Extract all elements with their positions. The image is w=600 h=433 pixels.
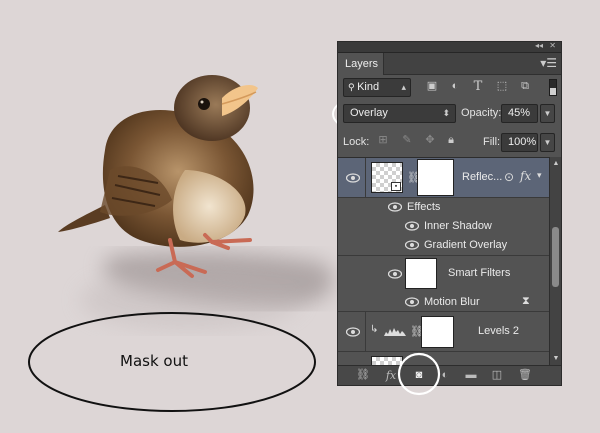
stepper-arrows-icon: ▴	[401, 82, 406, 92]
folder-icon[interactable]: ▬	[464, 369, 478, 382]
layer-row-reflection[interactable]: ▪ ⛓ Reflec... ⊙ fx ▾	[338, 158, 549, 198]
lock-row: Lock: ⊞ ✎ ✥ 🔒︎ Fill: 100% ▼	[338, 130, 561, 156]
fill-input[interactable]: 100%	[501, 133, 538, 152]
effect-label: Inner Shadow	[424, 220, 492, 232]
layer-row-partial[interactable]	[338, 352, 549, 366]
new-layer-icon[interactable]: ◫	[490, 369, 504, 382]
effect-row-inner-shadow[interactable]: Inner Shadow	[338, 217, 549, 236]
tab-layers[interactable]: Layers	[338, 53, 384, 75]
eye-icon[interactable]	[405, 240, 419, 250]
mask-out-label: Mask out	[120, 352, 188, 370]
panel-bottom-toolbar: ⛓ fx ◙ ◐ ▬ ◫ 🗑︎	[338, 365, 561, 385]
fill-dropdown-icon[interactable]: ▼	[540, 133, 555, 152]
filter-row: ⚲ Kind ▴ ▣ ◐ T ⬚ ⧉	[338, 76, 561, 100]
eye-icon[interactable]	[388, 269, 402, 279]
opacity-input[interactable]: 45%	[501, 104, 538, 123]
blend-row: Overlay ⬍ Opacity: 45% ▼	[338, 100, 561, 128]
eye-icon[interactable]	[388, 202, 402, 212]
eye-icon[interactable]	[405, 221, 419, 231]
lock-transparent-pixels-icon[interactable]: ⊞	[376, 134, 390, 147]
fx-label[interactable]: fx	[520, 169, 531, 183]
opacity-label: Opacity:	[461, 107, 502, 119]
blend-mode-select[interactable]: Overlay ⬍	[343, 104, 456, 123]
blend-mode-value: Overlay	[350, 107, 388, 119]
levels-icon[interactable]	[384, 326, 406, 336]
filter-label: Motion Blur	[424, 296, 480, 308]
link-layers-icon[interactable]: ⛓	[356, 369, 370, 382]
lock-image-pixels-brush-icon[interactable]: ✎	[400, 134, 414, 147]
layer-name[interactable]: Levels 2	[478, 325, 519, 337]
search-icon: ⚲	[348, 82, 358, 92]
sparrow-image	[58, 75, 258, 278]
effects-row[interactable]: Effects	[338, 198, 549, 217]
eye-icon[interactable]	[346, 173, 360, 183]
panel-titlebar[interactable]: ◂◂ ✕	[338, 41, 561, 53]
filter-toggle-switch[interactable]	[549, 79, 557, 96]
opacity-dropdown-icon[interactable]: ▼	[540, 104, 555, 123]
scrollbar-thumb[interactable]	[552, 227, 559, 287]
eye-divider	[365, 158, 366, 198]
lock-label: Lock:	[343, 136, 370, 148]
smart-filter-icon: ⊙	[504, 170, 515, 184]
filter-kind-label: Kind	[357, 81, 380, 93]
scroll-down-icon[interactable]: ▼	[551, 354, 561, 364]
trash-icon[interactable]: 🗑︎	[518, 369, 532, 382]
fill-label: Fill:	[483, 136, 501, 148]
eye-icon[interactable]	[405, 297, 419, 307]
smart-filter-mask-thumbnail[interactable]	[405, 258, 437, 289]
type-filter-icon[interactable]: T	[471, 80, 485, 93]
smart-object-icon: ▪	[391, 182, 401, 191]
adjustment-filter-icon[interactable]: ◐	[448, 80, 462, 93]
lock-position-move-icon[interactable]: ✥	[423, 134, 437, 147]
layer-mask-thumbnail[interactable]	[421, 316, 454, 348]
collapse-panel-icon[interactable]: ◂◂	[535, 41, 543, 50]
layer-list: ▪ ⛓ Reflec... ⊙ fx ▾ Effects Inner Shado…	[338, 157, 549, 366]
filter-kind-select[interactable]: ⚲ Kind ▴	[343, 78, 411, 97]
clipping-arrow-icon: ↳	[370, 324, 379, 335]
layer-list-scrollbar[interactable]: ▲ ▼	[549, 157, 561, 366]
filter-options-icon[interactable]: ⧗	[522, 295, 530, 308]
shape-filter-icon[interactable]: ⬚	[495, 80, 509, 93]
effect-row-gradient-overlay[interactable]: Gradient Overlay	[338, 236, 549, 256]
expand-effects-icon[interactable]: ▾	[537, 170, 542, 181]
filter-row-motion-blur[interactable]: Motion Blur ⧗	[338, 292, 549, 312]
pixel-filter-icon[interactable]: ▣	[425, 80, 439, 93]
effect-label: Gradient Overlay	[424, 239, 508, 251]
eye-divider	[365, 312, 366, 352]
effects-label: Effects	[407, 201, 441, 213]
layer-name[interactable]: Reflec...	[462, 171, 502, 183]
lock-all-icon[interactable]: 🔒︎	[444, 134, 458, 147]
bird-reflection	[80, 270, 300, 330]
layers-panel: ◂◂ ✕ Layers ▾☰ ⚲ Kind ▴ ▣ ◐ T ⬚ ⧉ Overla…	[337, 41, 562, 386]
add-mask-highlight-circle	[397, 352, 441, 396]
stepper-arrows-icon: ⬍	[442, 108, 450, 118]
smart-filters-row[interactable]: Smart Filters	[338, 256, 549, 292]
close-panel-icon[interactable]: ✕	[549, 41, 556, 50]
layer-row-levels-2[interactable]: ↳ ⛓ Levels 2	[338, 312, 549, 352]
smart-object-filter-icon[interactable]: ⧉	[518, 80, 532, 93]
layer-thumbnail[interactable]: ▪	[371, 162, 403, 193]
eye-icon[interactable]	[346, 327, 360, 337]
panel-menu-icon[interactable]: ▾☰	[540, 57, 557, 69]
scroll-up-icon[interactable]: ▲	[551, 159, 561, 169]
smart-filters-label: Smart Filters	[448, 267, 511, 279]
layer-mask-thumbnail[interactable]	[417, 159, 454, 196]
panel-tab-row: Layers ▾☰	[338, 53, 561, 75]
